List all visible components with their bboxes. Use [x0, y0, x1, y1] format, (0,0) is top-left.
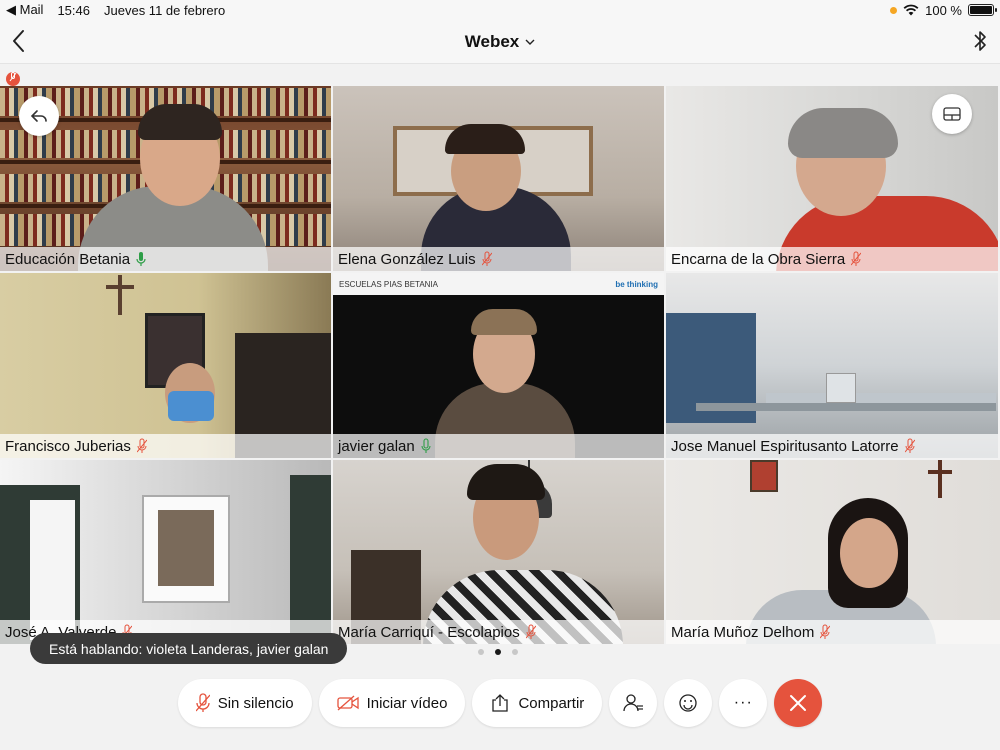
layout-toggle-button[interactable] — [932, 94, 972, 134]
layout-icon — [943, 107, 961, 121]
meeting-title[interactable]: Webex — [465, 32, 536, 52]
reactions-button[interactable] — [664, 679, 713, 727]
mic-muted-icon — [481, 251, 492, 266]
status-bar: ◀ Mail 15:46 Jueves 11 de febrero 100 % — [0, 0, 1000, 20]
mic-muted-icon — [851, 251, 862, 266]
participant-name: Encarna de la Obra Sierra — [671, 250, 846, 268]
participant-name-bar: María Carriquí - Escolapios — [333, 620, 664, 644]
close-icon — [790, 695, 807, 711]
meeting-controls: Sin silencio Iniciar vídeo Compartir ··· — [0, 676, 1000, 730]
back-arrow-button[interactable] — [19, 96, 59, 136]
participant-name: Educación Betania — [5, 250, 131, 268]
speaking-indicator-toast: Está hablando: violeta Landeras, javier … — [30, 633, 348, 664]
bluetooth-icon[interactable] — [972, 28, 988, 54]
mic-in-use-indicator — [890, 6, 898, 14]
participant-name-bar: Francisco Juberias — [0, 434, 331, 458]
participant-name: Jose Manuel Espiritusanto Latorre — [671, 437, 899, 455]
video-feed — [333, 86, 664, 271]
participant-name-bar: Educación Betania — [0, 247, 331, 271]
participants-button[interactable] — [609, 679, 658, 727]
video-tile[interactable]: ESCUELAS PIAS BETANIA be thinking javier… — [333, 273, 666, 460]
participant-name-bar: María Muñoz Delhom — [666, 620, 1000, 644]
mic-muted-icon — [195, 693, 210, 712]
battery-percent: 100 % — [925, 2, 962, 18]
video-tile[interactable]: Educación Betania — [0, 86, 333, 273]
start-video-button[interactable]: Iniciar vídeo — [318, 679, 466, 727]
video-tile[interactable]: María Muñoz Delhom — [666, 460, 1000, 646]
emoji-icon — [679, 694, 697, 712]
unmute-label: Sin silencio — [217, 694, 294, 712]
app-title: Webex — [464, 31, 520, 51]
page-dot-active[interactable] — [495, 649, 501, 655]
wifi-icon — [903, 4, 919, 16]
chevron-down-icon — [525, 39, 535, 45]
mic-muted-icon — [136, 438, 147, 453]
end-call-button[interactable] — [774, 679, 823, 727]
page-dot[interactable] — [512, 649, 518, 655]
participant-name: javier galan — [338, 437, 415, 455]
share-icon — [492, 694, 509, 712]
video-off-icon — [336, 695, 359, 711]
video-tile[interactable]: Elena González Luis — [333, 86, 666, 273]
muted-badge-icon — [6, 72, 20, 86]
clock: 15:46 — [57, 2, 90, 18]
battery-icon — [968, 4, 997, 16]
mic-muted-icon — [525, 624, 536, 639]
more-icon: ··· — [733, 694, 753, 711]
start-video-label: Iniciar vídeo — [366, 694, 448, 712]
video-tile[interactable]: Jose Manuel Espiritusanto Latorre — [666, 273, 1000, 460]
share-label: Compartir — [518, 694, 585, 712]
back-to-mail-link[interactable]: ◀ Mail — [6, 2, 43, 18]
video-feed — [0, 460, 331, 644]
participant-name: Francisco Juberias — [5, 437, 131, 455]
nav-bar: Webex — [0, 20, 1000, 64]
video-tile[interactable]: José A. Valverde — [0, 460, 333, 646]
page-indicator[interactable] — [478, 649, 518, 655]
video-feed — [666, 460, 1000, 644]
video-feed: ESCUELAS PIAS BETANIA be thinking — [333, 273, 664, 458]
participant-name-bar: Jose Manuel Espiritusanto Latorre — [666, 434, 998, 458]
back-chevron-icon[interactable] — [8, 27, 30, 55]
share-button[interactable]: Compartir — [472, 679, 603, 727]
more-options-button[interactable]: ··· — [719, 679, 768, 727]
participant-name: María Carriquí - Escolapios — [338, 623, 520, 641]
page-dot[interactable] — [478, 649, 484, 655]
mic-active-icon — [136, 252, 146, 266]
participant-name-bar: Elena González Luis — [333, 247, 664, 271]
video-feed — [0, 273, 331, 458]
date: Jueves 11 de febrero — [104, 2, 226, 18]
participant-name: María Muñoz Delhom — [671, 623, 815, 641]
participant-name: Elena González Luis — [338, 250, 476, 268]
mic-active-icon — [421, 438, 431, 453]
participant-name-bar: javier galan — [333, 434, 664, 458]
unmute-button[interactable]: Sin silencio — [177, 679, 312, 727]
video-tile[interactable]: María Carriquí - Escolapios — [333, 460, 666, 646]
video-feed — [666, 273, 998, 458]
banner-logo: be thinking — [615, 279, 658, 289]
mic-muted-icon — [820, 624, 831, 639]
video-grid: Educación Betania Elena González Luis En… — [0, 86, 1000, 646]
back-arrow-icon — [30, 110, 47, 122]
video-feed — [333, 460, 664, 644]
participant-name-bar: Encarna de la Obra Sierra — [666, 247, 998, 271]
video-tile[interactable]: Francisco Juberias — [0, 273, 333, 460]
participants-icon — [623, 694, 644, 712]
mic-muted-icon — [904, 438, 915, 453]
banner-school-name: ESCUELAS PIAS BETANIA — [339, 279, 438, 289]
video-tile[interactable]: Encarna de la Obra Sierra — [666, 86, 1000, 273]
